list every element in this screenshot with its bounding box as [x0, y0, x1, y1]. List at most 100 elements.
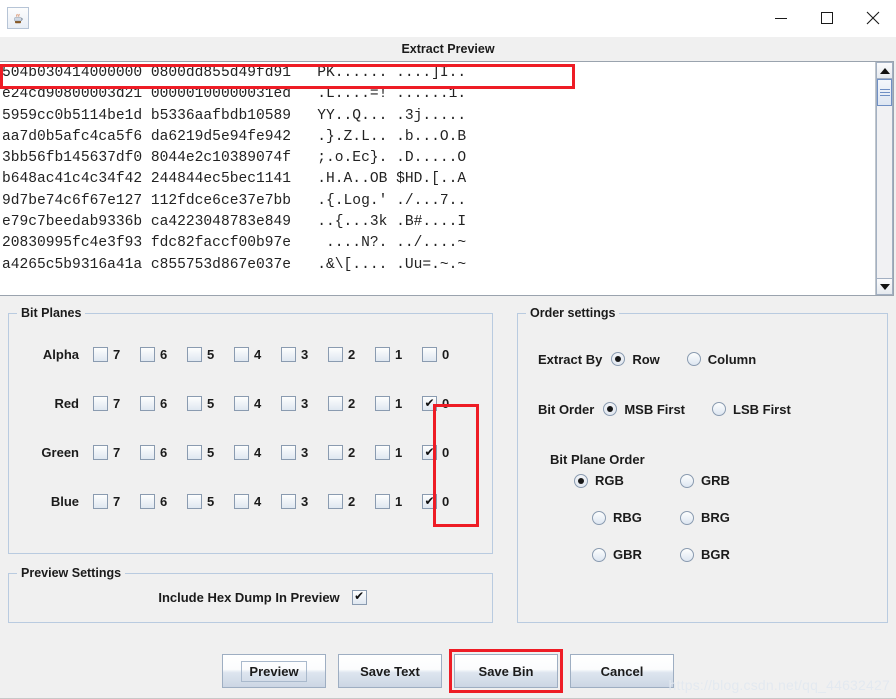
checkbox-icon[interactable]: ✔: [281, 347, 296, 362]
checkbox-icon[interactable]: ✔: [187, 494, 202, 509]
checkbox-icon[interactable]: ✔: [375, 494, 390, 509]
bitplane-alpha-4[interactable]: ✔4: [234, 347, 281, 362]
bit-plane-order-option-brg[interactable]: BRG: [680, 510, 750, 525]
hex-dump-text-area[interactable]: 504b030414000000 0800dd855d49fd91 PK....…: [0, 62, 875, 295]
bitplane-red-6[interactable]: ✔6: [140, 396, 187, 411]
radio-icon[interactable]: [603, 402, 618, 416]
cancel-button[interactable]: Cancel: [570, 654, 674, 688]
bitplane-green-0[interactable]: ✔ 0: [422, 445, 469, 460]
bitplane-red-1[interactable]: ✔1: [375, 396, 422, 411]
bitplane-green-3[interactable]: ✔3: [281, 445, 328, 460]
scrollbar-thumb[interactable]: [877, 79, 892, 106]
bit-order-option-msb-first[interactable]: MSB First: [603, 402, 685, 417]
include-hex-dump-row[interactable]: Include Hex Dump In Preview ✔: [9, 580, 492, 614]
bitplane-green-6[interactable]: ✔6: [140, 445, 187, 460]
checkbox-icon[interactable]: ✔: [375, 445, 390, 460]
checkbox-icon[interactable]: ✔: [187, 445, 202, 460]
bitplane-alpha-5[interactable]: ✔5: [187, 347, 234, 362]
preview-button[interactable]: Preview: [222, 654, 326, 688]
radio-icon[interactable]: [611, 352, 626, 366]
radio-icon[interactable]: [680, 547, 694, 562]
bitplane-alpha-3[interactable]: ✔3: [281, 347, 328, 362]
checkbox-icon[interactable]: ✔: [234, 347, 249, 362]
checkbox-icon[interactable]: ✔: [281, 396, 296, 411]
bitplane-green-5[interactable]: ✔5: [187, 445, 234, 460]
checkbox-icon[interactable]: ✔: [93, 445, 108, 460]
checkbox-icon[interactable]: ✔: [422, 396, 437, 411]
bit-plane-order-option-gbr[interactable]: GBR: [592, 547, 662, 562]
minimize-button[interactable]: [758, 0, 804, 37]
extract-by-option-row[interactable]: Row: [611, 352, 660, 367]
bitplane-red-4[interactable]: ✔4: [234, 396, 281, 411]
bitplane-blue-6[interactable]: ✔6: [140, 494, 187, 509]
bitplane-red-5[interactable]: ✔5: [187, 396, 234, 411]
checkbox-icon[interactable]: ✔: [140, 347, 155, 362]
checkbox-icon[interactable]: ✔: [328, 396, 343, 411]
radio-icon[interactable]: [680, 473, 694, 488]
bitplane-alpha-2[interactable]: ✔2: [328, 347, 375, 362]
save-bin-button[interactable]: Save Bin: [454, 654, 558, 688]
bitplane-blue-3[interactable]: ✔3: [281, 494, 328, 509]
radio-icon[interactable]: [574, 473, 588, 488]
scroll-up-arrow-icon[interactable]: [876, 62, 893, 79]
extract-by-option-column[interactable]: Column: [686, 352, 756, 367]
bit-plane-order-option-rbg[interactable]: RBG: [592, 510, 662, 525]
bitplane-red-2[interactable]: ✔2: [328, 396, 375, 411]
bitplane-alpha-0[interactable]: ✔0: [422, 347, 469, 362]
bitplane-red-3[interactable]: ✔3: [281, 396, 328, 411]
hex-dump-scrollbar[interactable]: [875, 62, 893, 295]
checkbox-icon[interactable]: ✔: [140, 445, 155, 460]
scrollbar-track[interactable]: [876, 79, 893, 278]
checkbox-icon[interactable]: ✔: [234, 396, 249, 411]
checkbox-icon[interactable]: ✔: [140, 396, 155, 411]
checkbox-icon[interactable]: ✔: [140, 494, 155, 509]
checkbox-icon[interactable]: ✔: [328, 445, 343, 460]
radio-icon[interactable]: [712, 402, 727, 416]
radio-icon[interactable]: [592, 510, 606, 525]
checkbox-icon[interactable]: ✔: [375, 396, 390, 411]
checkbox-icon[interactable]: ✔: [187, 396, 202, 411]
checkbox-icon[interactable]: ✔: [93, 494, 108, 509]
checkbox-icon[interactable]: ✔: [93, 396, 108, 411]
bitplane-blue-4[interactable]: ✔4: [234, 494, 281, 509]
checkbox-icon[interactable]: ✔: [281, 494, 296, 509]
checkbox-icon[interactable]: ✔: [234, 445, 249, 460]
bitplane-blue-1[interactable]: ✔1: [375, 494, 422, 509]
bit-plane-order-option-rgb[interactable]: RGB: [574, 473, 662, 488]
maximize-button[interactable]: [804, 0, 850, 37]
bit-order-option-lsb-first[interactable]: LSB First: [712, 402, 791, 417]
bitplane-red-7[interactable]: ✔7: [93, 396, 140, 411]
checkbox-icon[interactable]: ✔: [187, 347, 202, 362]
checkbox-icon[interactable]: ✔: [328, 347, 343, 362]
checkbox-icon[interactable]: ✔: [422, 445, 437, 460]
checkbox-icon[interactable]: ✔: [422, 494, 437, 509]
bitplane-alpha-1[interactable]: ✔1: [375, 347, 422, 362]
hex-line: 20830995fc4e3f93 fdc82faccf00b97e ....N?…: [2, 235, 467, 252]
bitplane-blue-7[interactable]: ✔7: [93, 494, 140, 509]
checkbox-icon[interactable]: ✔: [93, 347, 108, 362]
scroll-down-arrow-icon[interactable]: [876, 278, 893, 295]
close-button[interactable]: [850, 0, 896, 37]
save-text-button[interactable]: Save Text: [338, 654, 442, 688]
checkbox-icon[interactable]: ✔: [422, 347, 437, 362]
checkbox-icon[interactable]: ✔: [328, 494, 343, 509]
bit-plane-order-option-bgr[interactable]: BGR: [680, 547, 750, 562]
bitplane-green-7[interactable]: ✔7: [93, 445, 140, 460]
checkbox-icon[interactable]: ✔: [234, 494, 249, 509]
bitplane-blue-0[interactable]: ✔ 0: [422, 494, 469, 509]
bitplane-green-1[interactable]: ✔1: [375, 445, 422, 460]
bit-plane-order-option-grb[interactable]: GRB: [680, 473, 750, 488]
radio-icon[interactable]: [686, 352, 701, 366]
bitplane-blue-2[interactable]: ✔2: [328, 494, 375, 509]
checkbox-icon[interactable]: ✔: [375, 347, 390, 362]
checkbox-icon[interactable]: ✔: [281, 445, 296, 460]
radio-icon[interactable]: [592, 547, 606, 562]
bitplane-alpha-7[interactable]: ✔7: [93, 347, 140, 362]
bitplane-green-4[interactable]: ✔4: [234, 445, 281, 460]
bitplane-red-0[interactable]: ✔ 0: [422, 396, 469, 411]
bitplane-blue-5[interactable]: ✔5: [187, 494, 234, 509]
bitplane-alpha-6[interactable]: ✔6: [140, 347, 187, 362]
include-hex-dump-checkbox[interactable]: ✔: [351, 589, 367, 605]
radio-icon[interactable]: [680, 510, 694, 525]
bitplane-green-2[interactable]: ✔2: [328, 445, 375, 460]
